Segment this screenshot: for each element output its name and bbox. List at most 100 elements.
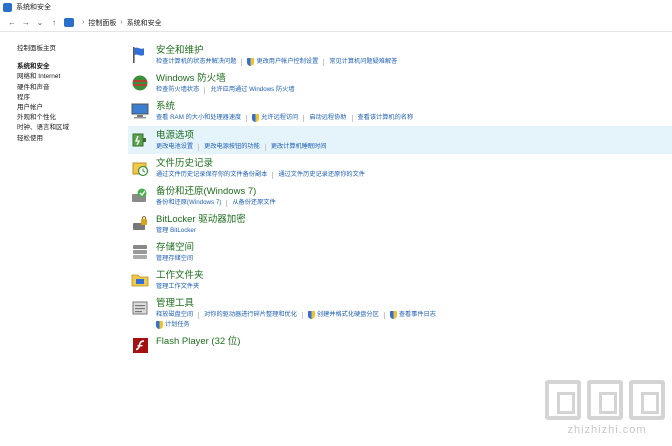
- link-divider: [198, 311, 200, 319]
- sidebar-item-home[interactable]: 控制面板主页: [17, 44, 112, 54]
- category-title[interactable]: 电源选项: [156, 129, 668, 142]
- link-save-backup[interactable]: 通过文件历史记录保存你的文件备份副本: [156, 170, 267, 180]
- category-security-maintenance: 安全和维护 检查计算机的状态并解决问题 更改用户帐户控制设置 常见计算机问题疑难…: [128, 44, 668, 72]
- link-allow-remote[interactable]: 允许远程访问: [252, 113, 298, 123]
- link-create-partition[interactable]: 创建并格式化硬盘分区: [307, 310, 379, 320]
- category-system: 系统 查看 RAM 的大小和处理器速度 允许远程访问 启动远程协助 查看该计算机…: [128, 100, 668, 129]
- category-file-history: 文件历史记录 通过文件历史记录保存你的文件备份副本 通过文件历史记录还原你的文件: [128, 157, 668, 185]
- storage-icon: [133, 245, 147, 259]
- category-flash-player: Flash Player (32 位): [128, 335, 668, 355]
- shield-icon: [252, 114, 260, 122]
- breadcrumb: › 控制面板 › 系统和安全: [64, 16, 162, 30]
- link-battery-settings[interactable]: 更改电池设置: [156, 142, 193, 152]
- category-power-options[interactable]: 电源选项 更改电池设置 更改电源按钮的功能 更改计算机睡眠时间: [128, 126, 672, 157]
- breadcrumb-separator: ›: [120, 19, 123, 26]
- back-button[interactable]: ←: [6, 16, 18, 30]
- work-folders-icon: [131, 274, 149, 287]
- sidebar-item-ease-of-access[interactable]: 轻松使用: [17, 134, 112, 144]
- computer-icon: [131, 103, 149, 119]
- link-divider: [351, 114, 353, 122]
- category-backup-restore: 备份和还原(Windows 7) 备份和还原(Windows 7) 从备份还原文…: [128, 185, 668, 213]
- admin-tools-icon: [132, 301, 148, 315]
- watermark-glyph: [629, 380, 665, 420]
- link-check-status[interactable]: 检查计算机的状态并解决问题: [156, 57, 236, 67]
- link-divider: [323, 58, 325, 66]
- sidebar-item-programs[interactable]: 程序: [17, 93, 112, 103]
- link-manage-bitlocker[interactable]: 管理 BitLocker: [156, 226, 196, 236]
- link-manage-storage[interactable]: 管理存储空间: [156, 254, 193, 264]
- category-title[interactable]: 管理工具: [156, 297, 668, 310]
- shield-icon: [307, 311, 315, 319]
- link-remote-assist[interactable]: 启动远程协助: [309, 113, 346, 123]
- category-title[interactable]: BitLocker 驱动器加密: [156, 213, 668, 226]
- link-task-scheduler[interactable]: 计划任务: [156, 320, 190, 330]
- breadcrumb-separator: ›: [82, 19, 85, 26]
- sidebar-item-system-security[interactable]: 系统和安全: [17, 62, 112, 72]
- link-backup-restore-win7[interactable]: 备份和还原(Windows 7): [156, 198, 221, 208]
- link-divider: [226, 199, 228, 207]
- link-restore-files[interactable]: 通过文件历史记录还原你的文件: [278, 170, 365, 180]
- link-event-log[interactable]: 查看事件日志: [389, 310, 436, 320]
- breadcrumb-control-panel[interactable]: 控制面板: [88, 18, 116, 28]
- watermark-glyph: [545, 380, 581, 420]
- shield-icon: [389, 311, 397, 319]
- link-power-button[interactable]: 更改电源按钮的功能: [204, 142, 260, 152]
- category-title[interactable]: 工作文件夹: [156, 269, 668, 282]
- flag-icon: [133, 47, 144, 63]
- category-bitlocker: BitLocker 驱动器加密 管理 BitLocker: [128, 213, 668, 241]
- sidebar-item-appearance[interactable]: 外观和个性化: [17, 113, 112, 123]
- link-divider: [246, 114, 248, 122]
- link-divider: [383, 311, 385, 319]
- category-title[interactable]: 文件历史记录: [156, 157, 668, 170]
- flash-icon: [133, 338, 148, 353]
- link-divider: [241, 58, 243, 66]
- recent-locations-button[interactable]: ⌄: [34, 16, 46, 30]
- bitlocker-icon: [133, 216, 147, 230]
- sidebar-item-clock-region[interactable]: 时钟、语言和区域: [17, 123, 112, 133]
- category-title[interactable]: 系统: [156, 100, 668, 113]
- link-divider: [198, 143, 200, 151]
- control-panel-icon: [64, 18, 74, 27]
- window-title: 系统和安全: [16, 4, 51, 11]
- link-disk-cleanup[interactable]: 释放磁盘空间: [156, 310, 193, 320]
- link-view-ram[interactable]: 查看 RAM 的大小和处理器速度: [156, 113, 241, 123]
- category-storage-spaces: 存储空间 管理存储空间: [128, 241, 668, 269]
- firewall-icon: [132, 75, 148, 91]
- file-history-icon: [132, 162, 149, 177]
- category-title[interactable]: 备份和还原(Windows 7): [156, 185, 668, 198]
- category-list: 安全和维护 检查计算机的状态并解决问题 更改用户帐户控制设置 常见计算机问题疑难…: [128, 44, 672, 355]
- link-manage-work-folders[interactable]: 管理工作文件夹: [156, 282, 199, 292]
- link-check-firewall[interactable]: 检查防火墙状态: [156, 85, 199, 95]
- power-icon: [132, 133, 146, 147]
- link-divider: [301, 311, 303, 319]
- sidebar-item-hardware-sound[interactable]: 硬件和声音: [17, 83, 112, 93]
- link-divider: [204, 86, 206, 94]
- forward-button[interactable]: →: [20, 16, 32, 30]
- breadcrumb-system-security[interactable]: 系统和安全: [127, 18, 162, 28]
- link-change-uac[interactable]: 更改用户帐户控制设置: [247, 57, 318, 67]
- link-troubleshoot[interactable]: 常见计算机问题疑难解答: [329, 57, 397, 67]
- category-work-folders: 工作文件夹 管理工作文件夹: [128, 269, 668, 297]
- watermark-glyph: [587, 380, 623, 420]
- watermark-text: zhizhizhi.com: [567, 424, 647, 436]
- link-divider: [264, 143, 266, 151]
- link-restore-from-backup[interactable]: 从备份还原文件: [232, 198, 275, 208]
- sidebar-item-network[interactable]: 网络和 Internet: [17, 72, 112, 82]
- up-button[interactable]: ↑: [48, 16, 60, 30]
- title-bar: 系统和安全: [0, 0, 672, 14]
- link-computer-name[interactable]: 查看该计算机的名称: [358, 113, 414, 123]
- link-divider: [303, 114, 305, 122]
- shield-icon: [247, 58, 255, 66]
- category-title[interactable]: Windows 防火墙: [156, 72, 668, 85]
- sidebar-item-user-accounts[interactable]: 用户帐户: [17, 103, 112, 113]
- link-sleep-time[interactable]: 更改计算机睡眠时间: [271, 142, 327, 152]
- watermark: zhizhizhi.com: [545, 380, 669, 442]
- category-title[interactable]: Flash Player (32 位): [156, 335, 668, 348]
- category-admin-tools: 管理工具 释放磁盘空间 对你的驱动器进行碎片整理和优化 创建并格式化硬盘分区 查…: [128, 297, 668, 335]
- link-defrag[interactable]: 对你的驱动器进行碎片整理和优化: [204, 310, 297, 320]
- category-title[interactable]: 存储空间: [156, 241, 668, 254]
- category-title[interactable]: 安全和维护: [156, 44, 668, 57]
- category-firewall: Windows 防火墙 检查防火墙状态 允许应用通过 Windows 防火墙: [128, 72, 668, 100]
- control-panel-icon: [3, 2, 12, 12]
- link-allow-app-firewall[interactable]: 允许应用通过 Windows 防火墙: [210, 85, 294, 95]
